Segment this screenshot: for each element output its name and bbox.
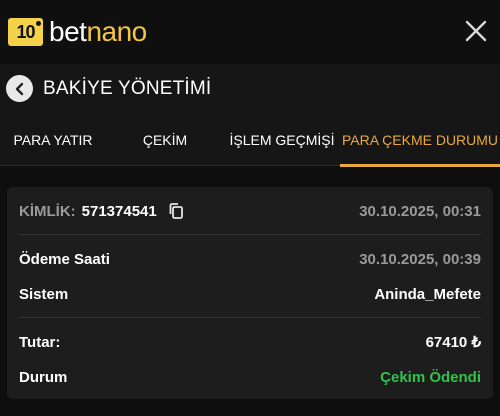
system-label: Sistem — [19, 285, 69, 303]
copy-icon[interactable] — [167, 202, 185, 220]
amount-label: Tutar: — [19, 333, 61, 351]
logo-wordmark: betnano — [49, 17, 147, 47]
created-at: 30.10.2025, 00:31 — [359, 202, 481, 220]
tab-para-yatir[interactable]: PARA YATIR — [0, 114, 106, 166]
system-row: Sistem Aninda_Mefete — [19, 282, 481, 306]
back-button[interactable] — [6, 75, 33, 102]
withdrawal-id: KİMLİK: 571374541 — [19, 202, 185, 220]
brand-logo[interactable]: 10 betnano — [8, 17, 147, 47]
divider — [19, 317, 481, 318]
tab-para-cekme-durumu[interactable]: PARA ÇEKME DURUMU — [340, 114, 500, 167]
status-label: Durum — [19, 368, 68, 386]
withdrawal-status-card: KİMLİK: 571374541 30.10.2025, 00:31 Ödem… — [7, 187, 493, 399]
logo-badge-dot — [36, 21, 41, 26]
payment-time-value: 30.10.2025, 00:39 — [359, 250, 481, 268]
close-icon[interactable] — [462, 17, 490, 45]
top-bar: 10 betnano — [0, 0, 500, 64]
logo-text-nano: nano — [86, 16, 147, 47]
amount-value: 67410 ₺ — [425, 334, 481, 351]
payment-time-row: Ödeme Saati 30.10.2025, 00:39 — [19, 247, 481, 271]
status-row: Durum Çekim Ödendi — [19, 365, 481, 389]
tab-cekim[interactable]: ÇEKİM — [106, 114, 224, 166]
chevron-left-icon — [15, 82, 23, 95]
logo-text-bet: bet — [49, 16, 87, 47]
status-badge: Çekim Ödendi — [380, 368, 481, 386]
id-label: KİMLİK: — [19, 202, 76, 220]
logo-badge: 10 — [8, 18, 43, 46]
logo-badge-text: 10 — [16, 21, 35, 42]
page-title: BAKİYE YÖNETİMİ — [43, 78, 212, 99]
card-header-row: KİMLİK: 571374541 30.10.2025, 00:31 — [19, 199, 481, 223]
divider — [19, 234, 481, 235]
tab-islem-gecmisi[interactable]: İŞLEM GEÇMİŞİ — [224, 114, 340, 166]
tab-bar: PARA YATIR ÇEKİM İŞLEM GEÇMİŞİ PARA ÇEKM… — [0, 114, 500, 167]
payment-time-label: Ödeme Saati — [19, 250, 110, 268]
system-value: Aninda_Mefete — [374, 285, 481, 303]
amount-row: Tutar: 67410 ₺ — [19, 330, 481, 354]
id-value: 571374541 — [81, 202, 157, 220]
